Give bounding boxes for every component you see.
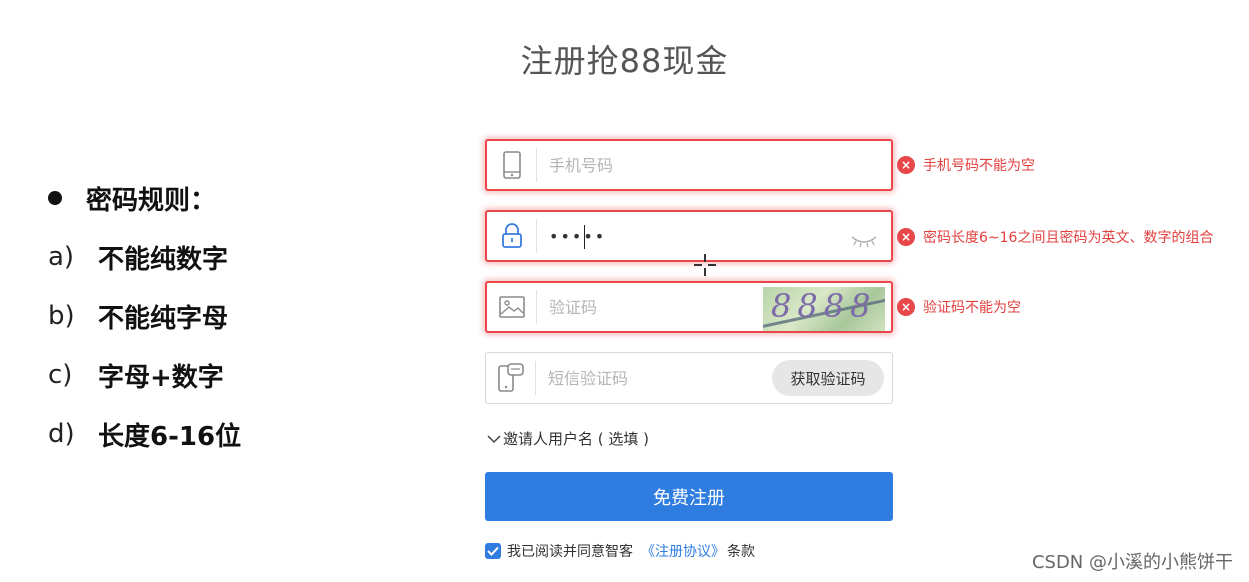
lock-icon: [487, 219, 537, 253]
rule-item: c) 字母+数字: [48, 355, 241, 395]
bullet-dot: [48, 191, 62, 205]
password-input[interactable]: [537, 216, 757, 256]
agree-checkbox[interactable]: [485, 543, 501, 559]
get-sms-code-button[interactable]: 获取验证码: [772, 360, 884, 396]
agree-suffix: 条款: [727, 544, 755, 560]
agree-text: 我已阅读并同意智客: [507, 544, 633, 560]
rule-text: 不能纯字母: [98, 303, 229, 334]
captcha-input[interactable]: [537, 287, 757, 327]
rule-item: b) 不能纯字母: [48, 296, 241, 336]
phone-error: × 手机号码不能为空: [897, 155, 1035, 175]
captcha-error: × 验证码不能为空: [897, 297, 1021, 317]
eye-closed-icon[interactable]: [851, 232, 877, 251]
error-x-icon: ×: [897, 156, 915, 174]
phone-icon: [487, 148, 537, 182]
invite-code-toggle[interactable]: 邀请人用户名 ( 选填 ): [487, 428, 649, 449]
rules-heading-text: 密码规则：: [86, 185, 217, 216]
password-rules: 密码规则： a) 不能纯数字 b) 不能纯字母 c) 字母+数字 d) 长度6-…: [48, 178, 241, 454]
agreement-row: 我已阅读并同意智客 《注册协议》 条款: [485, 541, 755, 561]
agreement-link[interactable]: 《注册协议》: [641, 541, 725, 561]
rule-prefix: d): [48, 419, 75, 449]
sms-code-input[interactable]: [536, 358, 756, 398]
register-button[interactable]: 免费注册: [485, 472, 893, 521]
error-x-icon: ×: [897, 298, 915, 316]
captcha-image[interactable]: 8888: [763, 287, 885, 331]
rule-prefix: b): [48, 301, 75, 331]
text-caret: [584, 225, 585, 249]
page-title: 注册抢88现金: [520, 42, 729, 80]
rule-text: 长度6-16位: [98, 421, 242, 452]
captcha-code: 8888: [771, 287, 877, 325]
rule-prefix: c): [48, 360, 73, 390]
registration-form: 8888 获取验证码: [485, 139, 893, 404]
rule-prefix: a): [48, 242, 75, 272]
phone-error-text: 手机号码不能为空: [923, 158, 1035, 174]
rule-item: d) 长度6-16位: [48, 414, 241, 454]
invite-label: 邀请人用户名 ( 选填 ): [503, 430, 650, 448]
image-icon: [487, 290, 537, 324]
sms-code-field[interactable]: 获取验证码: [485, 352, 893, 404]
error-x-icon: ×: [897, 228, 915, 246]
rule-text: 字母+数字: [98, 362, 224, 393]
check-icon: [487, 546, 499, 556]
sms-phone-icon: [486, 361, 536, 395]
watermark: CSDN @小溪的小熊饼干: [1031, 552, 1233, 573]
rule-item: a) 不能纯数字: [48, 237, 241, 277]
captcha-error-text: 验证码不能为空: [923, 300, 1021, 316]
rules-heading: 密码规则：: [48, 178, 241, 218]
password-field[interactable]: [485, 210, 893, 262]
chevron-down-icon: [487, 434, 501, 443]
rule-text: 不能纯数字: [98, 244, 229, 275]
password-error: × 密码长度6~16之间且密码为英文、数字的组合: [897, 227, 1213, 247]
password-error-text: 密码长度6~16之间且密码为英文、数字的组合: [923, 230, 1214, 246]
captcha-field[interactable]: 8888: [485, 281, 893, 333]
phone-input[interactable]: [537, 145, 757, 185]
phone-field[interactable]: [485, 139, 893, 191]
crosshair-cursor-icon: [694, 254, 716, 276]
